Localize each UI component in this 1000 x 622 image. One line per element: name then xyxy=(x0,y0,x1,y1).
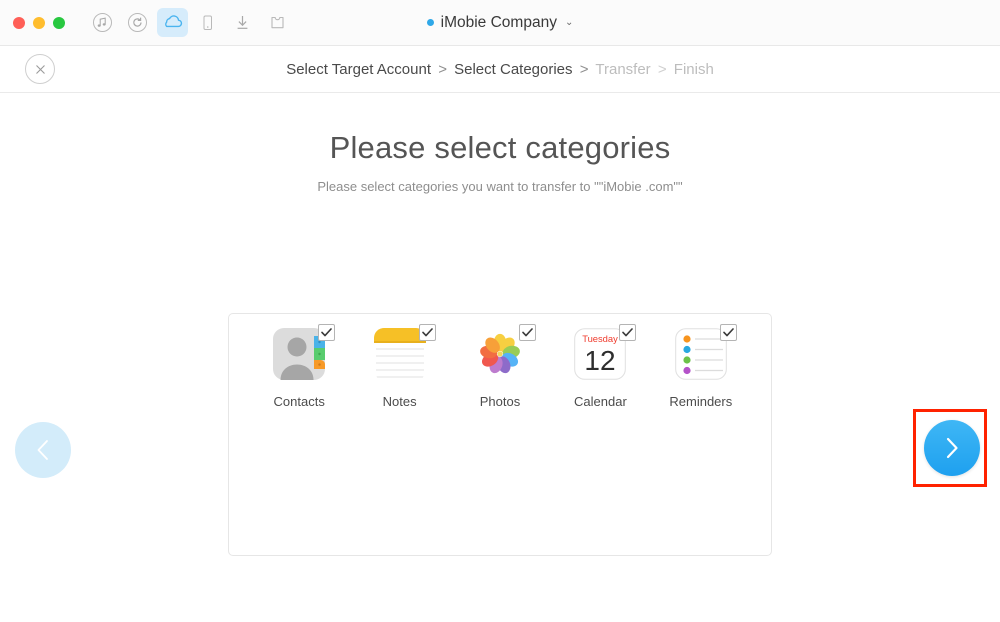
music-note-icon-button[interactable] xyxy=(87,8,118,37)
cloud-icon-button[interactable] xyxy=(157,8,188,37)
calendar-icon-wrap: Tuesday 12 xyxy=(574,324,637,380)
check-icon xyxy=(522,328,533,337)
account-name: iMobie Company xyxy=(440,13,557,31)
restore-circle-icon xyxy=(128,13,147,32)
photos-icon-wrap xyxy=(474,324,537,380)
notes-icon xyxy=(373,328,426,380)
restore-circle-icon-button[interactable] xyxy=(122,8,153,37)
breadcrumb-step-select-target-account[interactable]: Select Target Account xyxy=(286,61,431,78)
check-icon xyxy=(622,328,634,337)
toolkit-shirt-icon xyxy=(271,16,284,29)
breadcrumb-separator-1: > xyxy=(438,60,447,78)
device-phone-icon xyxy=(203,15,212,30)
cloud-icon xyxy=(165,15,183,28)
zoom-window-button[interactable] xyxy=(53,16,65,29)
step-navigation-bar: Select Target Account > Select Categorie… xyxy=(0,46,1000,93)
category-checkbox-reminders[interactable] xyxy=(719,324,737,341)
page-subtitle: Please select categories you want to tra… xyxy=(317,179,683,194)
minimize-window-button[interactable] xyxy=(33,16,45,29)
category-item-reminders[interactable]: Reminders xyxy=(651,324,751,409)
category-label-notes: Notes xyxy=(382,394,417,409)
category-checkbox-photos[interactable] xyxy=(519,324,537,341)
contacts-icon-wrap xyxy=(273,324,336,380)
download-arrow-icon xyxy=(237,16,248,29)
close-icon xyxy=(35,64,45,74)
breadcrumb-step-transfer: Transfer xyxy=(595,60,651,78)
notes-icon-wrap xyxy=(373,324,436,380)
category-label-reminders: Reminders xyxy=(669,394,733,409)
calendar-day-label: Tuesday xyxy=(583,333,619,344)
breadcrumb-separator-3: > xyxy=(657,60,667,78)
category-label-contacts: Contacts xyxy=(273,394,325,409)
category-checkbox-calendar[interactable] xyxy=(619,324,637,341)
traffic-light-group xyxy=(13,16,65,29)
category-checkbox-contacts[interactable] xyxy=(318,324,336,341)
reminders-icon-wrap xyxy=(675,324,737,380)
close-window-button[interactable] xyxy=(13,16,25,29)
categories-list: Contacts Notes Photos Tuesday 12 Calenda… xyxy=(229,314,771,409)
chevron-right-icon xyxy=(946,437,958,459)
category-label-calendar: Calendar xyxy=(574,394,627,409)
chevron-left-icon xyxy=(37,440,48,460)
check-icon xyxy=(723,328,734,337)
category-item-contacts[interactable]: Contacts xyxy=(249,324,349,409)
categories-panel: Contacts Notes Photos Tuesday 12 Calenda… xyxy=(228,313,772,556)
category-item-photos[interactable]: Photos xyxy=(450,324,550,409)
chevron-down-icon[interactable]: ⌄ xyxy=(565,17,573,28)
account-selector[interactable]: iMobie Company ⌄ xyxy=(426,13,573,32)
category-checkbox-notes[interactable] xyxy=(418,324,436,341)
calendar-day-number: 12 xyxy=(585,345,616,376)
breadcrumb-step-finish: Finish xyxy=(673,60,714,78)
check-icon xyxy=(421,328,433,337)
breadcrumb-step-select-categories[interactable]: Select Categories xyxy=(454,61,572,78)
breadcrumb: Select Target Account > Select Categorie… xyxy=(0,61,1000,78)
device-phone-icon-button[interactable] xyxy=(192,8,223,37)
main-content: Please select categories Please select c… xyxy=(0,93,1000,622)
status-dot-icon xyxy=(426,19,434,26)
music-note-icon xyxy=(93,13,112,32)
next-step-button[interactable] xyxy=(924,420,980,476)
page-title: Please select categories xyxy=(329,130,671,165)
toolbar xyxy=(87,8,293,37)
window-titlebar: iMobie Company ⌄ xyxy=(0,0,1000,46)
category-item-notes[interactable]: Notes xyxy=(349,324,449,409)
toolkit-shirt-icon-button[interactable] xyxy=(262,8,293,37)
category-item-calendar[interactable]: Tuesday 12 Calendar xyxy=(550,324,650,409)
category-label-photos: Photos xyxy=(479,394,521,409)
download-arrow-icon-button[interactable] xyxy=(227,8,258,37)
previous-step-button[interactable] xyxy=(15,422,71,478)
breadcrumb-separator-2: > xyxy=(579,60,589,78)
close-page-button[interactable] xyxy=(25,54,55,84)
check-icon xyxy=(321,328,333,337)
